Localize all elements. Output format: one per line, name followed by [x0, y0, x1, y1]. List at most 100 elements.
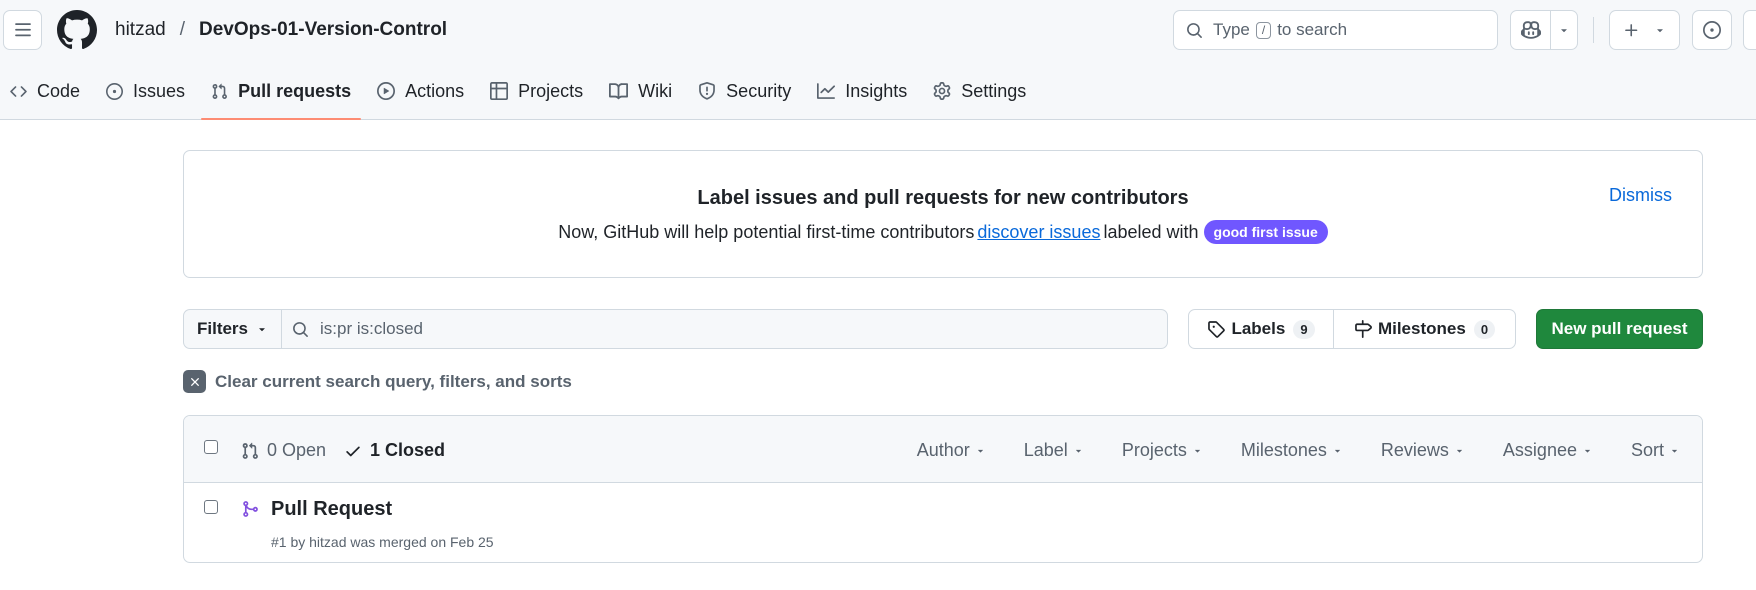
copilot-icon: [1520, 21, 1541, 39]
pull-request-meta: #1 by hitzad was merged on Feb 25: [271, 534, 494, 550]
new-pull-request-button[interactable]: New pull request: [1536, 309, 1703, 349]
github-logo-icon[interactable]: [57, 10, 97, 50]
milestone-icon: [1355, 320, 1372, 338]
repo-nav-tabs: Code Issues Pull requests Actions Projec…: [0, 70, 1042, 120]
select-all-checkbox[interactable]: [204, 440, 218, 454]
sorter-label: Reviews: [1380, 440, 1449, 460]
plus-icon: [1625, 23, 1638, 36]
list-header: 0 Open 1 Closed Author Label Projects Mi…: [184, 416, 1702, 483]
tab-insights[interactable]: Insights: [807, 70, 917, 112]
open-count-label: 0 Open: [267, 440, 327, 460]
global-bar: hitzad / DevOps-01-Version-Control Type …: [0, 0, 1756, 62]
tab-code[interactable]: Code: [0, 70, 90, 112]
milestones-label: Milestones: [1377, 319, 1466, 338]
tab-label: Code: [37, 80, 81, 101]
open-filter-link[interactable]: 0 Open: [241, 440, 326, 461]
row-select-checkbox[interactable]: [204, 500, 218, 514]
triangle-down-icon: [1456, 449, 1462, 453]
check-icon: [346, 446, 360, 456]
clear-filters-label: Clear current search query, filters, and…: [215, 371, 572, 391]
tab-label: Issues: [133, 80, 186, 101]
banner-description: Now, GitHub will help potential first-ti…: [184, 220, 1702, 244]
table-row: Pull Request #1 by hitzad was merged on …: [184, 483, 1702, 562]
tab-security[interactable]: Security: [688, 70, 801, 112]
triangle-down-icon: [259, 328, 265, 332]
search-query-value: is:pr is:closed: [320, 319, 423, 338]
tab-pull-requests[interactable]: Pull requests: [201, 70, 362, 120]
triangle-down-icon: [1075, 449, 1081, 453]
dismiss-button[interactable]: Dismiss: [1609, 185, 1672, 206]
shield-icon: [699, 82, 716, 100]
x-icon: [183, 370, 206, 393]
milestones-count: 0: [1473, 319, 1496, 339]
create-new-button[interactable]: [1609, 10, 1680, 50]
sorter-label: Author: [916, 440, 970, 460]
banner-title: Label issues and pull requests for new c…: [697, 187, 1189, 209]
triangle-down-icon: [1671, 449, 1678, 453]
tab-label: Settings: [961, 80, 1027, 101]
milestones-button[interactable]: Milestones 0: [1334, 310, 1515, 348]
triangle-down-icon: [1561, 29, 1567, 33]
milestones-filter-menu[interactable]: Milestones: [1241, 440, 1343, 461]
banner-text-after: labeled with: [1103, 221, 1199, 242]
label-filter-menu[interactable]: Label: [1024, 440, 1084, 461]
tab-label: Projects: [518, 80, 584, 101]
your-issues-button[interactable]: [1692, 10, 1732, 50]
sort-menu[interactable]: Sort: [1631, 440, 1680, 461]
tab-actions[interactable]: Actions: [367, 70, 474, 112]
code-icon: [10, 85, 27, 97]
graph-icon: [817, 83, 836, 99]
triangle-down-icon: [1334, 449, 1340, 453]
search-placeholder-suffix: to search: [1277, 20, 1348, 39]
first-contributors-banner: Label issues and pull requests for new c…: [183, 150, 1703, 278]
clear-filters-link[interactable]: Clear current search query, filters, and…: [183, 370, 572, 393]
author-filter-menu[interactable]: Author: [917, 440, 986, 461]
issue-opened-icon: [106, 82, 124, 100]
git-pull-request-icon: [242, 442, 258, 459]
copilot-button[interactable]: [1511, 11, 1551, 49]
labels-count: 9: [1293, 319, 1315, 339]
labels-button[interactable]: Labels 9: [1189, 310, 1334, 348]
triangle-down-icon: [1194, 449, 1200, 453]
gear-icon: [933, 82, 951, 100]
filters-label: Filters: [196, 319, 249, 338]
labels-milestones-group: Labels 9 Milestones 0: [1188, 309, 1516, 349]
global-search-input[interactable]: Type / to search: [1173, 10, 1498, 50]
play-icon: [377, 82, 396, 100]
tab-settings[interactable]: Settings: [923, 70, 1036, 112]
copilot-menu-button[interactable]: [1551, 11, 1577, 49]
closed-filter-link[interactable]: 1 Closed: [344, 440, 445, 461]
your-pull-requests-button[interactable]: [1743, 10, 1756, 50]
list-filter-menus: Author Label Projects Milestones Reviews…: [879, 440, 1680, 461]
breadcrumb-repo-link[interactable]: DevOps-01-Version-Control: [199, 19, 447, 41]
pr-search-input[interactable]: is:pr is:closed: [281, 309, 1168, 349]
repo-header: hitzad / DevOps-01-Version-Control Type …: [0, 0, 1756, 120]
sorter-label: Label: [1023, 440, 1068, 460]
sorter-label: Sort: [1630, 440, 1664, 460]
breadcrumb: hitzad / DevOps-01-Version-Control: [115, 19, 447, 41]
sorter-label: Assignee: [1502, 440, 1577, 460]
pull-request-title-link[interactable]: Pull Request: [271, 498, 392, 521]
tab-projects[interactable]: Projects: [480, 70, 593, 112]
good-first-issue-label[interactable]: good first issue: [1203, 220, 1328, 244]
search-icon: [1187, 22, 1202, 38]
filters-dropdown-button[interactable]: Filters: [183, 309, 281, 349]
tab-wiki[interactable]: Wiki: [599, 70, 682, 112]
tab-issues[interactable]: Issues: [96, 70, 195, 112]
breadcrumb-owner-link[interactable]: hitzad: [115, 19, 166, 41]
discover-issues-link[interactable]: discover issues: [977, 222, 1100, 243]
reviews-filter-menu[interactable]: Reviews: [1381, 440, 1465, 461]
open-menu-button[interactable]: [3, 10, 42, 50]
git-pull-request-icon: [212, 83, 228, 99]
tab-label: Security: [726, 80, 792, 101]
triangle-down-icon: [977, 449, 983, 453]
assignee-filter-menu[interactable]: Assignee: [1503, 440, 1593, 461]
projects-filter-menu[interactable]: Projects: [1122, 440, 1203, 461]
banner-text-before: Now, GitHub will help potential first-ti…: [558, 221, 975, 242]
closed-count-label: 1 Closed: [370, 440, 446, 460]
labels-label: Labels: [1231, 319, 1286, 338]
tab-label: Pull requests: [238, 80, 352, 101]
table-icon: [490, 82, 509, 100]
book-icon: [609, 82, 629, 99]
sorter-label: Projects: [1121, 440, 1187, 460]
